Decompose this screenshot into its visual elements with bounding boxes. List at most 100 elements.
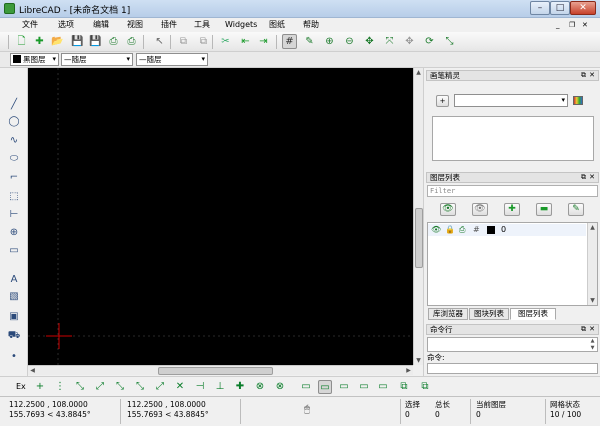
save-icon[interactable]: 💾 <box>70 34 85 49</box>
snap-intersection-icon[interactable]: ✕ <box>173 380 187 394</box>
grid-toggle-icon[interactable]: # <box>282 34 297 49</box>
restrict-orthogonal-icon[interactable]: ✚ <box>233 380 247 394</box>
snap-distance-icon[interactable]: ⤢ <box>153 380 167 394</box>
scroll-down-icon[interactable]: ▼ <box>588 345 597 351</box>
view-screen-active-icon[interactable]: ▭ <box>318 380 332 394</box>
minimize-button[interactable]: – <box>530 1 550 15</box>
mdi-minimize-icon[interactable]: _ <box>556 19 560 31</box>
print-icon[interactable]: ⎙ <box>106 34 121 49</box>
add-layer-button[interactable]: ✚ <box>504 203 520 216</box>
zoom-auto-icon[interactable]: ✥ <box>362 34 377 49</box>
layer-list-scrollbar[interactable]: ▲ ▼ <box>587 223 597 305</box>
close-button[interactable]: ✕ <box>570 1 596 15</box>
insert-block-icon[interactable]: ⧉ <box>397 380 411 394</box>
measure-tool-icon[interactable]: ▭ <box>6 244 22 258</box>
scroll-up-icon[interactable]: ▲ <box>414 68 423 77</box>
scroll-left-icon[interactable]: ◀ <box>28 366 37 375</box>
tab-layer-list[interactable]: 图层列表 <box>510 308 556 320</box>
horizontal-scroll-thumb[interactable] <box>158 367 273 375</box>
zoom-in-icon[interactable]: ⊕ <box>322 34 337 49</box>
save-as-icon[interactable]: 💾 <box>88 34 103 49</box>
scroll-up-icon[interactable]: ▲ <box>588 338 597 344</box>
menu-view[interactable]: 视图 <box>127 19 143 31</box>
zoom-window-icon[interactable]: ⤧ <box>382 34 397 49</box>
dock-close-icon[interactable]: ✕ <box>589 173 595 182</box>
select-tool-icon[interactable]: ⬚ <box>6 190 22 204</box>
zoom-previous-icon[interactable]: ⤡ <box>442 34 457 49</box>
dimension-tool-icon[interactable]: ⊢ <box>6 208 22 222</box>
scroll-up-icon[interactable]: ▲ <box>588 223 597 232</box>
snap-middle-icon[interactable]: ⤡ <box>133 380 147 394</box>
menu-options[interactable]: 选项 <box>58 19 74 31</box>
curve-tool-icon[interactable]: ∿ <box>6 134 22 148</box>
zoom-out-icon[interactable]: ⊖ <box>342 34 357 49</box>
vertical-scrollbar[interactable]: ▲ ▼ <box>413 68 423 365</box>
hatch-tool-icon[interactable]: ▧ <box>6 290 22 304</box>
scroll-right-icon[interactable]: ▶ <box>404 366 413 375</box>
pen-color-combo[interactable]: 黑图层 ▾ <box>10 53 59 66</box>
dock-close-icon[interactable]: ✕ <box>589 325 595 334</box>
view-screen-4-icon[interactable]: ▭ <box>376 380 390 394</box>
maximize-button[interactable]: □ <box>550 1 570 15</box>
dock-float-icon[interactable]: ⧉ <box>581 71 586 80</box>
view-screen-2-icon[interactable]: ▭ <box>337 380 351 394</box>
edit-layer-button[interactable]: ✎ <box>568 203 584 216</box>
restrict-horizontal-icon[interactable]: ⊣ <box>193 380 207 394</box>
snap-endpoint-icon[interactable]: ⤡ <box>73 380 87 394</box>
open-file-icon[interactable]: 📂 <box>50 34 65 49</box>
tab-library-browser[interactable]: 库浏览器 <box>428 308 468 320</box>
exit-block-icon[interactable]: ⧉ <box>418 380 432 394</box>
layer-print-icon[interactable]: ⎙ <box>459 224 465 236</box>
scroll-down-icon[interactable]: ▼ <box>588 296 597 305</box>
snap-exclusive-label[interactable]: Ex <box>16 382 26 391</box>
circle-tool-icon[interactable]: ◯ <box>6 115 22 129</box>
point-tool-icon[interactable]: • <box>6 350 22 364</box>
restrict-vertical-icon[interactable]: ⊥ <box>213 380 227 394</box>
draft-mode-icon[interactable]: ✎ <box>302 34 317 49</box>
dock-float-icon[interactable]: ⧉ <box>581 173 586 182</box>
dock-close-icon[interactable]: ✕ <box>589 71 595 80</box>
layer-construction-icon[interactable]: # <box>473 224 480 236</box>
view-screen-icon[interactable]: ▭ <box>299 380 313 394</box>
pen-wizard-add-button[interactable]: + <box>436 95 449 107</box>
menu-tools[interactable]: 工具 <box>194 19 210 31</box>
menu-help[interactable]: 帮助 <box>303 19 319 31</box>
line-type-combo[interactable]: —随层 ▾ <box>61 53 133 66</box>
polyline-tool-icon[interactable]: ⌐ <box>6 171 22 185</box>
menu-plugins[interactable]: 插件 <box>161 19 177 31</box>
line-width-combo[interactable]: —随层 ▾ <box>136 53 208 66</box>
print-preview-icon[interactable]: ⎙ <box>124 34 139 49</box>
layer-filter-input[interactable]: Filter <box>427 185 598 197</box>
new-template-icon[interactable]: ✚ <box>32 34 47 49</box>
layer-lock-icon[interactable]: 🔒 <box>445 224 455 236</box>
modify-tool-icon[interactable]: ⊕ <box>6 226 22 240</box>
zoom-redraw-icon[interactable]: ⟳ <box>422 34 437 49</box>
menu-widgets[interactable]: Widgets <box>225 19 257 31</box>
view-screen-3-icon[interactable]: ▭ <box>357 380 371 394</box>
layer-color-swatch[interactable] <box>487 226 495 234</box>
dock-float-icon[interactable]: ⧉ <box>581 325 586 334</box>
menu-file[interactable]: 文件 <box>22 19 38 31</box>
ellipse-tool-icon[interactable]: ⬭ <box>6 152 22 166</box>
show-all-layers-button[interactable]: 👁 <box>440 203 456 216</box>
horizontal-scrollbar[interactable]: ◀ ▶ <box>28 365 413 375</box>
lock-relative-zero-icon[interactable]: ⊗ <box>273 380 287 394</box>
snap-free-icon[interactable]: + <box>33 380 47 394</box>
menu-edit[interactable]: 编辑 <box>93 19 109 31</box>
redo-icon[interactable]: ⇥ <box>256 34 271 49</box>
paste-icon[interactable]: ⧉ <box>196 34 211 49</box>
cut-icon[interactable]: ✂ <box>218 34 233 49</box>
mdi-restore-icon[interactable]: ❐ <box>569 19 575 31</box>
zoom-pan-icon[interactable]: ✥ <box>402 34 417 49</box>
relative-zero-icon[interactable]: ⊗ <box>253 380 267 394</box>
block-tool-icon[interactable]: ⛟ <box>6 329 22 343</box>
tab-block-list[interactable]: 图块列表 <box>469 308 509 320</box>
snap-center-icon[interactable]: ⤡ <box>113 380 127 394</box>
command-input[interactable] <box>427 363 598 374</box>
scroll-down-icon[interactable]: ▼ <box>414 356 423 365</box>
select-pointer-icon[interactable]: ↖ <box>152 34 167 49</box>
menu-drawing[interactable]: 图纸 <box>269 19 285 31</box>
snap-entity-icon[interactable]: ⤢ <box>93 380 107 394</box>
new-file-icon[interactable]: 🗋 <box>14 34 29 49</box>
remove-layer-button[interactable]: ▬ <box>536 203 552 216</box>
